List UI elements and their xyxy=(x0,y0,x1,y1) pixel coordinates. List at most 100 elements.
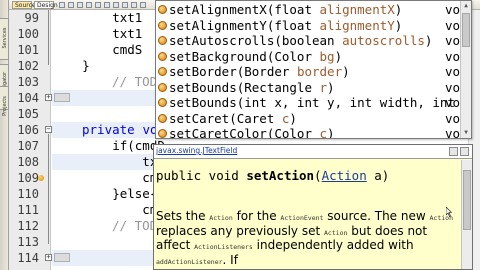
line-number: 109 xyxy=(17,171,39,185)
method-icon xyxy=(158,5,167,14)
completion-close: ) xyxy=(342,64,350,79)
sig-open: ( xyxy=(314,168,322,183)
line-number: 104 xyxy=(17,91,39,105)
run-icon[interactable] xyxy=(113,2,119,8)
completion-method: setAutoscrolls(boolean xyxy=(169,33,343,48)
completion-item[interactable]: setCaret(Caret c) void xyxy=(156,110,471,127)
completion-close: ) xyxy=(334,48,343,64)
method-icon xyxy=(158,98,167,107)
javadoc-header: javax.swing.JTextField xyxy=(154,145,472,159)
method-icon xyxy=(158,113,167,123)
completion-item[interactable]: setBounds(Rectangle r) void xyxy=(156,79,471,96)
javadoc-description: Sets the Action for the ActionEvent sour… xyxy=(156,209,453,267)
line-number: 103 xyxy=(17,75,39,89)
keyword-private: private xyxy=(82,122,135,137)
completion-method: setBounds(Rectangle xyxy=(169,79,320,95)
line-number: 110 xyxy=(17,187,39,201)
line-number: 113 xyxy=(17,235,39,249)
code-text: } xyxy=(52,58,90,73)
macro-icon[interactable] xyxy=(131,2,137,8)
line-number: 101 xyxy=(17,43,39,57)
fold-expand-icon[interactable]: + xyxy=(45,94,52,101)
folded-code-box[interactable] xyxy=(54,253,70,262)
code-text: if(cmdD xyxy=(52,138,165,153)
completion-item[interactable]: setCaretColor(Color c) void xyxy=(156,126,471,139)
completion-scroll-thumb[interactable] xyxy=(462,13,470,47)
method-icon xyxy=(158,129,167,138)
sig-prefix: public void xyxy=(156,168,247,183)
completion-item[interactable]: setAlignmentY(float alignmentY) void xyxy=(156,17,471,34)
completion-param: bg xyxy=(319,48,335,64)
line-number: 102 xyxy=(17,59,39,73)
sig-param-type-link[interactable]: Action xyxy=(322,168,367,183)
completion-method: setBackground(Color xyxy=(169,48,320,64)
method-icon xyxy=(158,36,167,45)
forward-icon[interactable] xyxy=(77,2,83,8)
scroll-down-icon[interactable]: ▼ xyxy=(462,129,470,137)
completion-close: ) xyxy=(327,79,335,95)
completion-close: ) xyxy=(394,17,403,33)
method-icon xyxy=(158,20,167,30)
completion-method: setAlignmentY(float xyxy=(169,17,320,33)
javadoc-goto-source-icon[interactable] xyxy=(460,147,469,156)
completion-param: alignmentY xyxy=(319,17,395,33)
completion-param: alignmentX xyxy=(319,2,395,17)
completion-close: ) xyxy=(327,126,335,139)
completion-param: c xyxy=(319,126,328,139)
source-tab[interactable]: Source xyxy=(12,1,36,9)
line-number: 111 xyxy=(17,203,39,217)
debug-icon[interactable] xyxy=(122,2,128,8)
line-number: 106 xyxy=(17,123,39,137)
completion-close: ) xyxy=(424,33,433,48)
completion-param: border xyxy=(296,64,343,79)
completion-scrollbar[interactable]: ▲ ▼ xyxy=(460,1,471,138)
tab-projects[interactable]: Projects xyxy=(0,86,9,116)
javadoc-scrollbar[interactable] xyxy=(461,160,472,269)
javadoc-open-browser-icon[interactable] xyxy=(449,147,458,156)
folded-code-box[interactable] xyxy=(54,93,70,102)
completion-close: ) xyxy=(394,2,403,17)
tab-services[interactable]: Services xyxy=(0,18,9,60)
sig-suffix: a) xyxy=(366,168,390,183)
javadoc-popup: javax.swing.JTextField public void setAc… xyxy=(153,144,473,270)
fold-expand-icon[interactable]: + xyxy=(45,254,52,261)
line-number: 99 xyxy=(24,11,39,25)
bookmark-icon[interactable] xyxy=(95,2,101,8)
tab-services-label: Services xyxy=(2,27,8,49)
scroll-up-icon[interactable]: ▲ xyxy=(462,2,470,10)
completion-method: setCaret(Caret xyxy=(169,110,282,126)
history-icon[interactable] xyxy=(59,2,65,8)
code-text: txt1 xyxy=(52,26,143,41)
completion-item[interactable]: setBounds(int x, int y, int width, int .… xyxy=(156,95,471,111)
completion-close: ) xyxy=(289,110,297,126)
fold-guide xyxy=(48,134,49,244)
fold-collapse-icon[interactable]: − xyxy=(45,126,52,133)
completion-item[interactable]: setAlignmentX(float alignmentX) void xyxy=(156,2,471,18)
code-text: txt1 xyxy=(52,10,143,25)
shift-left-icon[interactable] xyxy=(140,2,146,8)
completion-item[interactable]: setAutoscrolls(boolean autoscrolls) void xyxy=(156,33,471,49)
completion-method: setBorder(Border xyxy=(169,64,297,79)
completion-method: setCaretColor(Color xyxy=(169,126,320,139)
method-icon xyxy=(158,67,167,76)
completion-item[interactable]: setBorder(Border border) void xyxy=(156,64,471,80)
code-text: cmdS xyxy=(52,42,143,57)
back-icon[interactable] xyxy=(68,2,74,8)
completion-item[interactable]: setBackground(Color bg) void xyxy=(156,48,471,65)
completion-method: setAlignmentX(float xyxy=(169,2,320,17)
toggle-comment-icon[interactable] xyxy=(104,2,110,8)
javadoc-scroll-thumb[interactable] xyxy=(463,170,471,230)
design-tab[interactable]: Design xyxy=(34,1,58,9)
fold-guide xyxy=(48,10,49,65)
javadoc-package-link[interactable]: javax.swing.JTextField xyxy=(156,146,237,155)
completion-param: autoscrolls xyxy=(342,33,425,48)
line-number-current: 108 xyxy=(17,155,39,169)
line-number: 100 xyxy=(17,27,39,41)
mouse-cursor-icon xyxy=(446,207,452,217)
side-window-strip: Services Navigator Projects xyxy=(0,0,9,270)
javadoc-signature: public void setAction(Action a) xyxy=(156,168,389,183)
error-hint-icon[interactable] xyxy=(38,175,44,181)
find-icon[interactable] xyxy=(86,2,92,8)
